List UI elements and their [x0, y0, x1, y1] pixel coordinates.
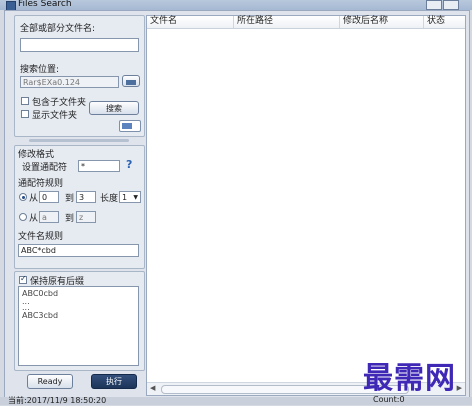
length-select[interactable]: 1 ▼: [119, 191, 141, 203]
execute-button[interactable]: 执行: [91, 374, 137, 389]
close-button[interactable]: [443, 0, 459, 10]
watermark-logo: 最需网: [363, 361, 456, 396]
modify-group: 修改格式 设置通配符 * ? 通配符规则 从 0 到 3 长度 1 ▼ 从 a …: [14, 145, 145, 269]
length-value: 1: [122, 193, 128, 202]
results-table: 文件名 所在路径 修改后名称 状态 ◀ ▶ 最需网: [146, 15, 466, 396]
numeric-range-radio[interactable]: [19, 193, 27, 201]
ready-button[interactable]: Ready: [27, 374, 73, 389]
main-window: 全部或部分文件名: 搜索位置: Rar$EXa0.124 包含子文件夹 显示文件…: [4, 10, 470, 399]
preview-group: ✓ 保持原有后缀 ABC0cbd ... ... ABC3cbd: [14, 271, 145, 371]
preview-list: ABC0cbd ... ... ABC3cbd: [18, 286, 139, 366]
to-label: 到: [65, 194, 75, 204]
left-panel: 全部或部分文件名: 搜索位置: Rar$EXa0.124 包含子文件夹 显示文件…: [9, 15, 145, 394]
col-status[interactable]: 状态: [424, 16, 465, 28]
window-title: Files Search: [18, 0, 72, 9]
status-bar: 当前:2017/11/9 18:50:20 Count:0: [0, 395, 472, 405]
location-label: 搜索位置:: [20, 65, 60, 75]
col-new-name[interactable]: 修改后名称: [340, 16, 424, 28]
scroll-left-icon[interactable]: ◀: [150, 384, 155, 392]
preview-item: ABC0cbd: [22, 289, 59, 298]
filename-rule-input[interactable]: ABC*cbd: [18, 244, 139, 257]
alpha-range-radio[interactable]: [19, 213, 27, 221]
wildcard-input[interactable]: *: [78, 160, 120, 172]
preview-item: ABC3cbd: [22, 311, 59, 320]
from2-label: 从: [29, 214, 39, 224]
search-group: 全部或部分文件名: 搜索位置: Rar$EXa0.124 包含子文件夹 显示文件…: [14, 15, 145, 137]
status-count: Count:0: [373, 395, 405, 404]
filename-input[interactable]: [20, 38, 139, 52]
to2-label: 到: [65, 214, 75, 224]
from-input[interactable]: 0: [39, 191, 59, 203]
progress-indicator: [119, 120, 141, 132]
chevron-down-icon: ▼: [133, 194, 138, 201]
set-wildcard-label: 设置通配符: [22, 163, 68, 173]
modify-format-label: 修改格式: [18, 150, 55, 160]
length-label: 长度: [100, 194, 119, 204]
search-button[interactable]: 搜索: [89, 101, 139, 115]
to-input[interactable]: 3: [76, 191, 96, 203]
from2-input[interactable]: a: [39, 211, 59, 223]
splitter[interactable]: [29, 139, 129, 142]
location-input[interactable]: Rar$EXa0.124: [20, 76, 119, 88]
include-subfolders-label: 包含子文件夹: [32, 98, 87, 108]
minimize-button[interactable]: [426, 0, 442, 10]
title-bar: Files Search: [0, 0, 472, 11]
from-label: 从: [29, 194, 39, 204]
filename-label: 全部或部分文件名:: [20, 24, 96, 34]
scroll-right-icon[interactable]: ▶: [457, 384, 462, 392]
wildcard-rule-label: 通配符规则: [18, 179, 64, 189]
to2-input[interactable]: z: [76, 211, 96, 223]
filename-rule-label: 文件名规则: [18, 232, 64, 242]
keep-extension-checkbox[interactable]: ✓: [19, 274, 27, 284]
help-icon[interactable]: ?: [126, 158, 132, 171]
col-path[interactable]: 所在路径: [234, 16, 340, 28]
show-folders-checkbox[interactable]: [21, 110, 29, 118]
check-icon: ✓: [20, 274, 27, 283]
status-time: 当前:2017/11/9 18:50:20: [8, 396, 107, 405]
include-subfolders-checkbox[interactable]: [21, 97, 29, 105]
col-filename[interactable]: 文件名: [147, 16, 234, 28]
folder-icon: [126, 80, 136, 85]
show-folders-label: 显示文件夹: [32, 111, 78, 121]
table-header: 文件名 所在路径 修改后名称 状态: [147, 16, 465, 29]
browse-button[interactable]: [122, 75, 140, 87]
